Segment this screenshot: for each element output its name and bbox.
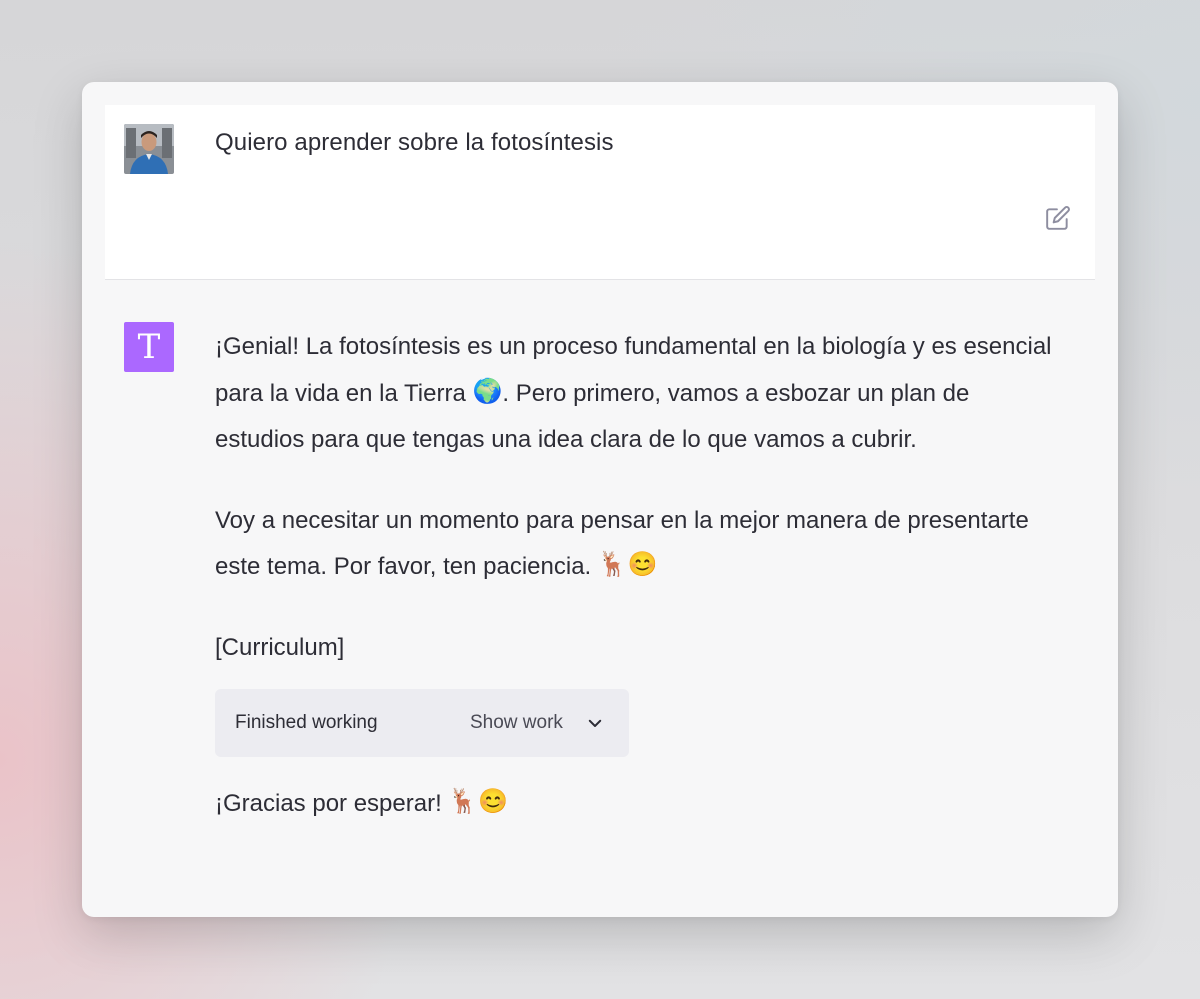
user-avatar <box>124 124 174 174</box>
assistant-paragraph-1: ¡Genial! La fotosíntesis es un proceso f… <box>215 324 1065 464</box>
curriculum-placeholder: [Curriculum] <box>215 633 345 661</box>
assistant-avatar: T <box>124 322 174 372</box>
deer-smile-emoji-2: 🦌😊 <box>448 788 509 816</box>
deer-smile-emoji: 🦌😊 <box>597 551 658 579</box>
edit-message-button[interactable] <box>1043 203 1073 233</box>
earth-globe-emoji: 🌍 <box>472 377 503 405</box>
assistant-p3-text: ¡Gracias por esperar! <box>215 790 449 817</box>
user-message: Quiero aprender sobre la fotosíntesis <box>105 105 1095 280</box>
show-work-button[interactable]: Show work <box>470 711 563 735</box>
user-photo-avatar-icon <box>124 124 174 174</box>
chat-window: Quiero aprender sobre la fotosíntesis T … <box>82 82 1118 917</box>
work-status-panel: Finished working Show work <box>215 689 629 757</box>
chevron-down-icon[interactable] <box>586 714 604 732</box>
edit-icon <box>1046 206 1070 230</box>
user-message-text: Quiero aprender sobre la fotosíntesis <box>215 129 614 156</box>
assistant-message: ¡Genial! La fotosíntesis es un proceso f… <box>215 324 1065 862</box>
assistant-paragraph-3: ¡Gracias por esperar! 🦌😊 <box>215 781 1065 828</box>
work-status-label: Finished working <box>235 712 378 733</box>
assistant-paragraph-2: Voy a necesitar un momento para pensar e… <box>215 498 1065 591</box>
assistant-avatar-letter: T <box>137 327 161 367</box>
